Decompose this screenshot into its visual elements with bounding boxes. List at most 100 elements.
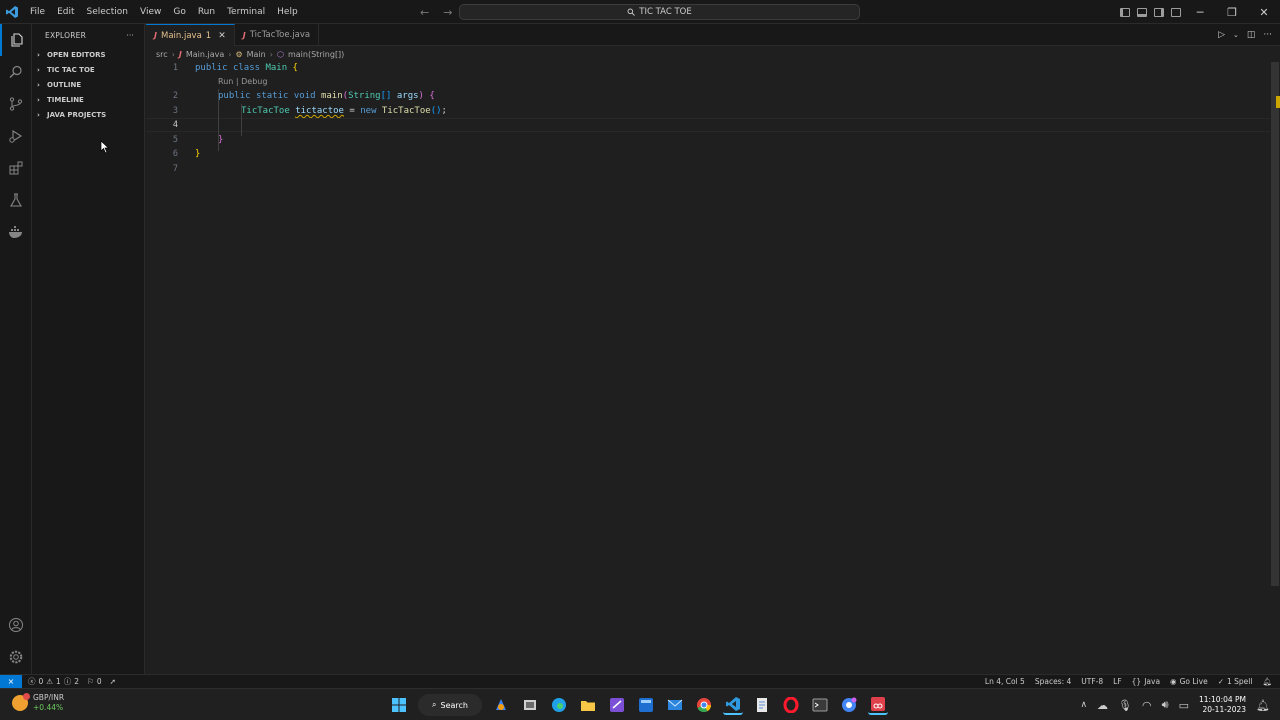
error-count: 0: [38, 677, 44, 686]
breadcrumb-class[interactable]: Main: [247, 50, 266, 59]
code-line[interactable]: 6}: [146, 147, 1270, 161]
terminal-icon[interactable]: [810, 695, 830, 715]
layout-controls: [1120, 0, 1181, 24]
section-project[interactable]: › TIC TAC TOE: [32, 62, 144, 77]
docker-icon[interactable]: [0, 216, 32, 248]
settings-gear-icon[interactable]: [0, 641, 32, 673]
battery-icon[interactable]: ▭: [1179, 699, 1189, 712]
chevron-right-icon: ›: [171, 49, 175, 59]
notification-bell-icon[interactable]: 🔔︎: [1256, 699, 1270, 712]
forward-arrow-icon[interactable]: →: [443, 6, 452, 19]
toggle-primary-sidebar-icon[interactable]: [1120, 7, 1130, 17]
customize-layout-icon[interactable]: [1171, 7, 1181, 17]
mail-icon[interactable]: [665, 695, 685, 715]
calculator-icon[interactable]: [636, 695, 656, 715]
file-explorer-icon[interactable]: [578, 695, 598, 715]
testing-icon[interactable]: [0, 184, 32, 216]
menu-run[interactable]: Run: [192, 0, 221, 24]
copilot-icon[interactable]: [491, 695, 511, 715]
menu-view[interactable]: View: [134, 0, 167, 24]
breadcrumb-file[interactable]: Main.java: [186, 50, 224, 59]
cursor-position[interactable]: Ln 4, Col 5: [985, 677, 1025, 686]
run-play-icon[interactable]: ▷: [1218, 30, 1225, 40]
notepad-icon[interactable]: [752, 695, 772, 715]
run-debug-icon[interactable]: [0, 120, 32, 152]
accounts-icon[interactable]: [0, 609, 32, 641]
section-timeline[interactable]: › TIMELINE: [32, 92, 144, 107]
widget-title: GBP/INR: [33, 693, 65, 702]
snipping-tool-icon[interactable]: [868, 695, 888, 715]
menu-help[interactable]: Help: [271, 0, 304, 24]
breadcrumb-folder[interactable]: src: [156, 50, 168, 59]
onedrive-cloud-icon[interactable]: ☁: [1097, 699, 1108, 712]
codelens-run-debug[interactable]: Run | Debug: [218, 77, 267, 86]
widget-change: +0.44%: [33, 703, 64, 712]
microphone-icon[interactable]: 🎙︎: [1118, 699, 1132, 712]
end-of-line[interactable]: LF: [1113, 677, 1122, 686]
code-line[interactable]: 2 public static void main(String[] args) …: [146, 89, 1270, 103]
extensions-icon[interactable]: [0, 152, 32, 184]
menu-edit[interactable]: Edit: [51, 0, 80, 24]
edge-browser-icon[interactable]: [549, 695, 569, 715]
vscode-taskbar-icon[interactable]: [723, 695, 743, 715]
back-arrow-icon[interactable]: ←: [420, 6, 429, 19]
chrome-browser-icon[interactable]: [694, 695, 714, 715]
ports-indicator[interactable]: ⚐ 0: [87, 677, 102, 686]
remote-indicator-icon[interactable]: ⨯: [0, 674, 22, 689]
taskbar-search[interactable]: ⌕ Search: [418, 694, 482, 716]
code-line[interactable]: 1 public class Main {: [146, 61, 1270, 75]
menu-file[interactable]: File: [24, 0, 51, 24]
chrome-profile-icon[interactable]: [839, 695, 859, 715]
code-token: static: [255, 91, 294, 101]
language-mode[interactable]: {} Java: [1132, 677, 1160, 686]
more-actions-icon[interactable]: ···: [1263, 30, 1272, 40]
show-hidden-icons-chevron-up-icon[interactable]: ∧: [1080, 700, 1087, 710]
command-center[interactable]: TIC TAC TOE: [459, 4, 860, 20]
breadcrumb-method[interactable]: main(String[]): [288, 50, 344, 59]
notifications-bell-icon[interactable]: 🔔︎: [1262, 677, 1272, 686]
source-control-icon[interactable]: [0, 88, 32, 120]
menu-terminal[interactable]: Terminal: [221, 0, 271, 24]
line-number: 3: [172, 106, 178, 116]
editor-actions: ▷ ⌄ ◫ ···: [1218, 24, 1272, 46]
volume-icon[interactable]: 🔊︎: [1162, 698, 1169, 712]
spell-check[interactable]: ✓ 1 Spell: [1218, 677, 1253, 686]
restore-icon[interactable]: ❐: [1216, 0, 1248, 24]
code-line[interactable]: 4: [146, 118, 1270, 132]
go-live-button[interactable]: ◉ Go Live: [1170, 677, 1208, 686]
task-view-icon[interactable]: [520, 695, 540, 715]
menu-selection[interactable]: Selection: [81, 0, 134, 24]
toggle-secondary-sidebar-icon[interactable]: [1154, 7, 1164, 17]
windows-start-icon[interactable]: [389, 695, 409, 715]
run-dropdown-chevron-icon[interactable]: ⌄: [1233, 31, 1239, 39]
code-token: {: [292, 63, 298, 73]
encoding[interactable]: UTF-8: [1081, 677, 1103, 686]
indentation[interactable]: Spaces: 4: [1035, 677, 1071, 686]
editor-scrollbar[interactable]: [1271, 62, 1279, 586]
split-editor-icon[interactable]: ◫: [1247, 30, 1256, 40]
section-label: TIC TAC TOE: [47, 65, 95, 74]
wifi-icon[interactable]: ◠: [1142, 699, 1152, 712]
minimize-icon[interactable]: ─: [1184, 0, 1216, 24]
section-outline[interactable]: › OUTLINE: [32, 77, 144, 92]
explorer-icon[interactable]: [0, 24, 32, 56]
menu-go[interactable]: Go: [167, 0, 191, 24]
section-open-editors[interactable]: › OPEN EDITORS: [32, 47, 144, 62]
code-line[interactable]: 7: [146, 162, 1270, 176]
visual-studio-icon[interactable]: [607, 695, 627, 715]
tab-tictactoe-java[interactable]: J TicTacToe.java: [235, 24, 320, 46]
search-icon[interactable]: [0, 56, 32, 88]
code-line[interactable]: 3 TicTacToe tictactoe = new TicTacToe();: [146, 104, 1270, 118]
clock[interactable]: 11:10:04 PM 20-11-2023: [1199, 695, 1246, 715]
widgets-button[interactable]: GBP/INR +0.44%: [12, 693, 64, 713]
problems-indicator[interactable]: ⓧ 0 ⚠ 1 ⓘ 2: [28, 676, 79, 687]
opera-browser-icon[interactable]: [781, 695, 801, 715]
toggle-panel-icon[interactable]: [1137, 7, 1147, 17]
close-tab-icon[interactable]: ✕: [218, 31, 226, 41]
more-actions-icon[interactable]: ···: [126, 31, 134, 40]
rocket-icon[interactable]: ➚: [110, 677, 116, 686]
tab-main-java[interactable]: J Main.java 1 ✕: [146, 24, 235, 46]
code-line[interactable]: 5}: [146, 133, 1270, 147]
section-java-projects[interactable]: › JAVA PROJECTS: [32, 107, 144, 122]
close-window-icon[interactable]: ✕: [1248, 0, 1280, 24]
